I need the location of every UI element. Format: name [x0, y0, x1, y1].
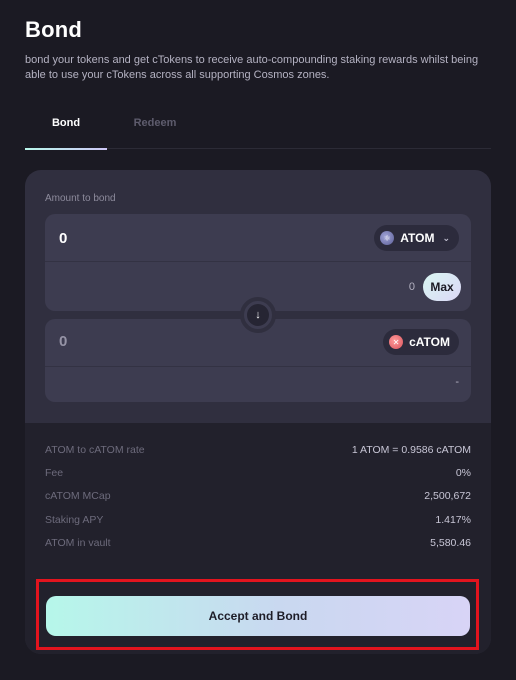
stat-row-fee: Fee 0% [45, 467, 471, 483]
stat-row-rate: ATOM to cATOM rate 1 ATOM = 0.9586 cATOM [45, 444, 471, 460]
catom-token-icon: ✕ [389, 335, 404, 349]
stat-row-vault: ATOM in vault 5,580.46 [45, 537, 471, 553]
accept-and-bond-button[interactable]: Accept and Bond [46, 596, 470, 636]
stat-value: 5,580.46 [430, 537, 471, 549]
atom-token-icon: ⚛ [380, 231, 395, 245]
output-token: ✕ cATOM [383, 329, 459, 355]
arrow-down-icon: ↓ [247, 304, 269, 326]
stat-label: ATOM to cATOM rate [45, 444, 145, 456]
output-amount: 0 [59, 333, 68, 350]
output-secondary-value: - [455, 376, 459, 388]
input-token-label: ATOM [400, 231, 435, 245]
stat-value: 1.417% [435, 514, 471, 526]
stat-row-mcap: cATOM MCap 2,500,672 [45, 490, 471, 506]
max-button[interactable]: Max [423, 273, 461, 301]
tab-bond[interactable]: Bond [25, 110, 107, 150]
tab-redeem[interactable]: Redeem [107, 110, 203, 149]
amount-input[interactable] [59, 228, 259, 248]
page-title: Bond [25, 17, 83, 42]
stat-label: Fee [45, 467, 64, 479]
divider [45, 366, 471, 367]
input-token-select[interactable]: ⚛ ATOM ⌄ [374, 225, 459, 251]
stat-label: Staking APY [45, 514, 104, 526]
stat-value: 1 ATOM = 0.9586 cATOM [351, 444, 471, 456]
stat-value: 0% [455, 467, 471, 479]
stat-label: ATOM in vault [45, 537, 111, 549]
page-description: bond your tokens and get cTokens to rece… [25, 54, 479, 81]
swap-direction-button[interactable]: ↓ [240, 297, 276, 333]
tab-bar: Bond Redeem [25, 110, 491, 150]
stat-value: 2,500,672 [424, 490, 471, 502]
divider [45, 261, 471, 262]
output-token-label: cATOM [409, 335, 450, 349]
stat-row-apy: Staking APY 1.417% [45, 514, 471, 530]
stat-label: cATOM MCap [45, 490, 111, 502]
amount-label: Amount to bond [45, 193, 116, 204]
chevron-down-icon: ⌄ [442, 232, 450, 243]
balance-value: 0 [408, 281, 415, 293]
